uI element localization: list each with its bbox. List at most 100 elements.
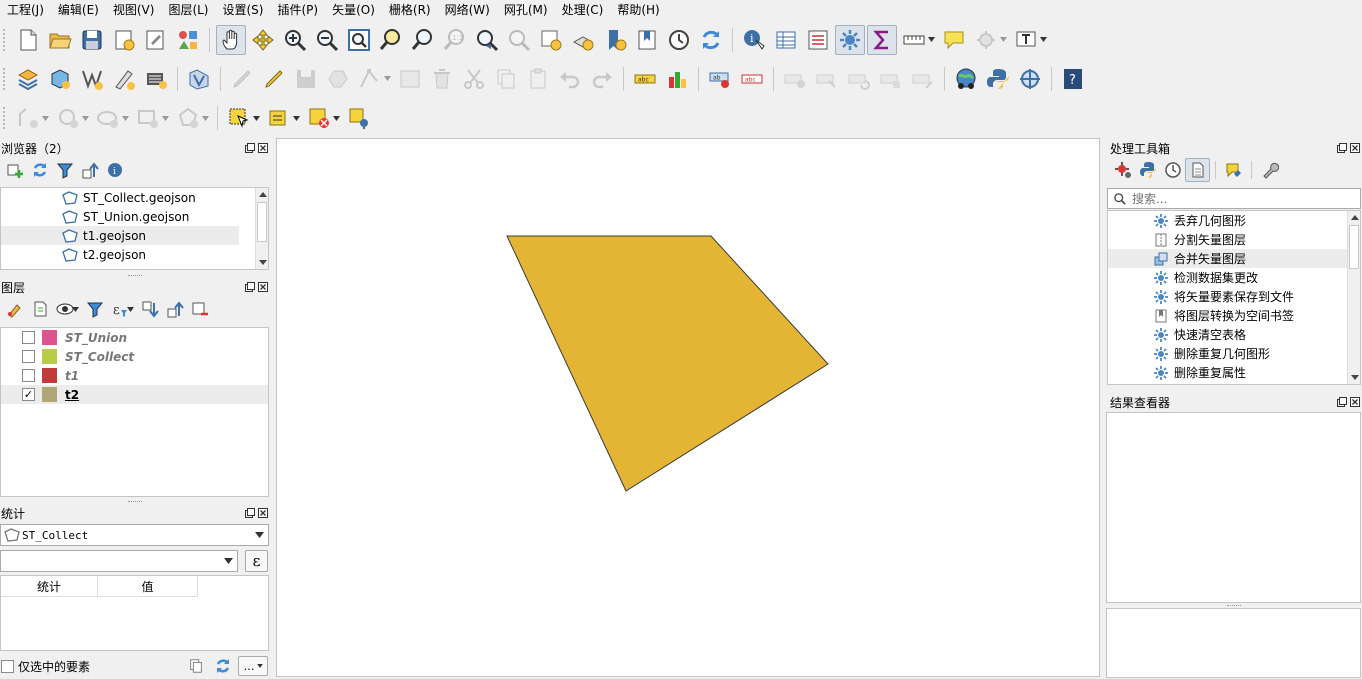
- geocoding-plugin-icon[interactable]: [951, 64, 981, 94]
- scrollbar-thumb[interactable]: [257, 202, 267, 242]
- layer-item[interactable]: ST_Collect: [1, 347, 268, 366]
- menu-mesh[interactable]: 网孔(M): [497, 0, 555, 20]
- column-header-value[interactable]: 值: [98, 576, 198, 597]
- manage-visibility-icon[interactable]: [52, 297, 77, 321]
- zoom-next-icon[interactable]: [504, 25, 534, 55]
- new-3d-map-view-icon[interactable]: [568, 25, 598, 55]
- float-panel-icon[interactable]: [1336, 143, 1347, 154]
- close-panel-icon[interactable]: [257, 508, 268, 519]
- temporal-controller-icon[interactable]: [664, 25, 694, 55]
- data-source-manager-icon[interactable]: [13, 64, 43, 94]
- map-tips-icon[interactable]: [939, 25, 969, 55]
- layer-styling-icon[interactable]: [2, 297, 27, 321]
- help-contents-icon[interactable]: ?: [1058, 64, 1088, 94]
- digitize-with-segment-icon[interactable]: [13, 103, 43, 133]
- rotate-label-icon[interactable]: [844, 64, 874, 94]
- close-panel-icon[interactable]: [257, 282, 268, 293]
- refresh-icon[interactable]: [212, 656, 234, 676]
- scroll-down-icon[interactable]: [1348, 371, 1360, 384]
- layer-item[interactable]: ✓ t2: [1, 385, 268, 404]
- menu-web[interactable]: 网络(W): [438, 0, 497, 20]
- browser-item[interactable]: ST_Collect.geojson: [1, 188, 268, 207]
- move-label-icon[interactable]: [812, 64, 842, 94]
- zoom-in-icon[interactable]: [280, 25, 310, 55]
- edit-pencil-icon[interactable]: [227, 64, 257, 94]
- in-place-edit-icon[interactable]: [1221, 158, 1246, 182]
- layer-visibility-checkbox[interactable]: [22, 350, 35, 363]
- close-panel-icon[interactable]: [1349, 143, 1360, 154]
- algorithm-item[interactable]: 分割矢量图层: [1108, 230, 1360, 249]
- results-viewer-icon[interactable]: [1185, 158, 1210, 182]
- float-panel-icon[interactable]: [244, 282, 255, 293]
- add-ellipse-icon[interactable]: [93, 103, 123, 133]
- open-project-icon[interactable]: [45, 25, 75, 55]
- menu-view[interactable]: 视图(V): [106, 0, 162, 20]
- browser-scrollbar[interactable]: [255, 188, 268, 269]
- filter-legend-icon[interactable]: [82, 297, 107, 321]
- label-toolbar-icon[interactable]: abc: [630, 64, 660, 94]
- algorithm-item[interactable]: 将矢量要素保存到文件: [1108, 287, 1360, 306]
- float-panel-icon[interactable]: [244, 508, 255, 519]
- add-circle-icon[interactable]: [53, 103, 83, 133]
- collapse-all-icon[interactable]: [162, 297, 187, 321]
- field-combo[interactable]: [0, 550, 238, 572]
- close-panel-icon[interactable]: [1349, 397, 1360, 408]
- options-wrench-icon[interactable]: [1257, 158, 1282, 182]
- menu-edit[interactable]: 编辑(E): [51, 0, 106, 20]
- column-header-statistic[interactable]: 统计: [1, 576, 98, 597]
- change-label-icon[interactable]: [876, 64, 906, 94]
- t2-polygon-feature[interactable]: [506, 235, 829, 492]
- new-shapefile-layer-icon[interactable]: [77, 64, 107, 94]
- algorithm-item[interactable]: 丢弃几何图形: [1108, 211, 1360, 230]
- algorithm-item[interactable]: 合并矢量图层: [1108, 249, 1360, 268]
- algorithm-item[interactable]: 快速清空表格: [1108, 325, 1360, 344]
- select-features-icon[interactable]: [224, 103, 254, 133]
- add-group-icon[interactable]: [27, 297, 52, 321]
- zoom-out-icon[interactable]: [312, 25, 342, 55]
- map-canvas[interactable]: [276, 138, 1100, 677]
- menu-vector[interactable]: 矢量(O): [325, 0, 382, 20]
- browser-item[interactable]: t2.geojson: [1, 245, 268, 264]
- left-dock-splitter[interactable]: [0, 499, 270, 503]
- menu-raster[interactable]: 栅格(R): [382, 0, 438, 20]
- more-options-button[interactable]: …: [238, 656, 268, 676]
- modify-attributes-icon[interactable]: [395, 64, 425, 94]
- menu-help[interactable]: 帮助(H): [610, 0, 666, 20]
- pin-labels-icon[interactable]: abc: [737, 64, 767, 94]
- pan-hand-icon[interactable]: [216, 24, 246, 55]
- add-regular-polygon-icon[interactable]: [173, 103, 203, 133]
- menu-settings[interactable]: 设置(S): [216, 0, 271, 20]
- style-manager-icon[interactable]: [173, 25, 203, 55]
- layer-visibility-checkbox[interactable]: [22, 369, 35, 382]
- left-dock-splitter[interactable]: [0, 273, 270, 277]
- layer-item[interactable]: ST_Union: [1, 328, 268, 347]
- processing-scrollbar[interactable]: [1347, 211, 1360, 384]
- add-rectangle-icon[interactable]: [133, 103, 163, 133]
- results-splitter[interactable]: [1106, 603, 1361, 607]
- layout-manager-icon[interactable]: [141, 25, 171, 55]
- algorithm-item[interactable]: 检测数据集更改: [1108, 268, 1360, 287]
- toggle-editing-icon[interactable]: [259, 64, 289, 94]
- show-layout-icon[interactable]: [971, 25, 1001, 55]
- new-map-view-icon[interactable]: [536, 25, 566, 55]
- show-hide-labels-icon[interactable]: [780, 64, 810, 94]
- paste-features-icon[interactable]: [523, 64, 553, 94]
- select-by-location-icon[interactable]: [344, 103, 374, 133]
- zoom-native-icon[interactable]: 1:1: [440, 25, 470, 55]
- menu-plugins[interactable]: 插件(P): [270, 0, 325, 20]
- toolbar-grip[interactable]: [3, 28, 7, 51]
- menu-project[interactable]: 工程(J): [0, 0, 51, 20]
- new-print-layout-icon[interactable]: [109, 25, 139, 55]
- georeferencer-icon[interactable]: [1015, 64, 1045, 94]
- expand-all-icon[interactable]: [137, 297, 162, 321]
- scroll-up-icon[interactable]: [256, 188, 268, 201]
- zoom-to-layer-icon[interactable]: [408, 25, 438, 55]
- add-polygon-feature-icon[interactable]: [323, 64, 353, 94]
- refresh-icon[interactable]: [696, 25, 726, 55]
- search-input[interactable]: [1132, 191, 1332, 206]
- search-field[interactable]: [1107, 188, 1361, 209]
- save-project-icon[interactable]: [77, 25, 107, 55]
- vertex-tool-icon[interactable]: [355, 64, 385, 94]
- copy-features-icon[interactable]: [491, 64, 521, 94]
- filter-icon[interactable]: [52, 158, 77, 182]
